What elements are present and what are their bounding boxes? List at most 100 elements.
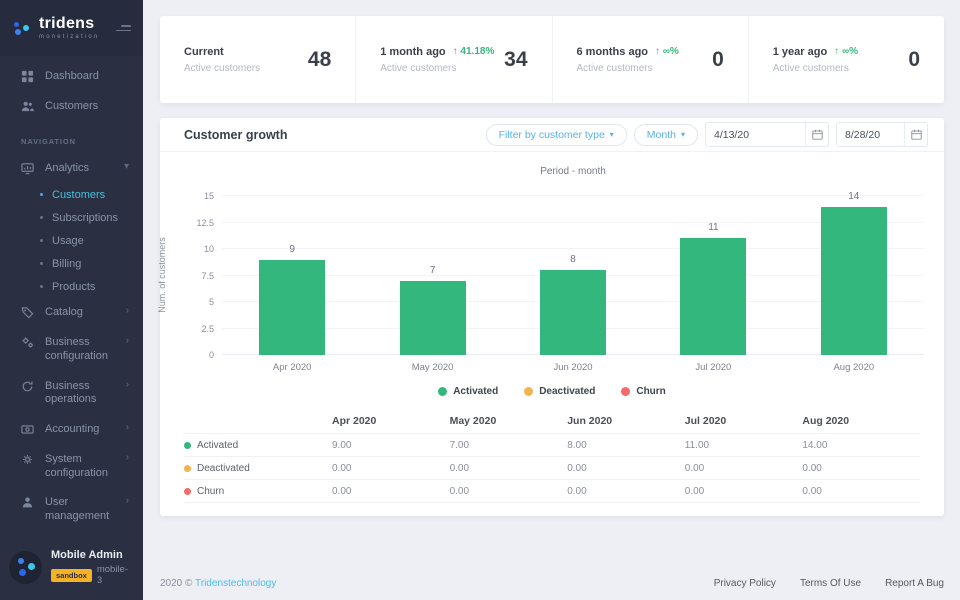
sidebar-subitem-label: Billing <box>52 258 81 270</box>
chevron-right-icon: › <box>126 380 129 390</box>
bullet-icon <box>40 216 43 219</box>
stat-title: 1 year ago <box>773 46 827 58</box>
table-cell: 14.00 <box>802 440 920 451</box>
stat-subtitle: Active customers <box>380 63 494 74</box>
date-to-input[interactable] <box>837 129 904 141</box>
sidebar-subitem-customers[interactable]: Customers <box>0 183 143 206</box>
page-footer: 2020 © Tridenstechnology Privacy Policy … <box>160 566 944 600</box>
date-to-field <box>836 122 928 147</box>
environment-name: mobile-3 <box>97 564 133 586</box>
table-cell: 0.00 <box>567 486 685 497</box>
table-cell: 9.00 <box>332 440 450 451</box>
table-column-aug-2020: Aug 2020 <box>802 415 920 427</box>
chevron-down-icon: ▾ <box>124 162 129 172</box>
bar-value-label: 9 <box>262 244 322 255</box>
report-a-bug-link[interactable]: Report A Bug <box>885 578 944 589</box>
x-tick-label: Apr 2020 <box>247 362 337 373</box>
y-tick-label: 12.5 <box>180 218 214 228</box>
sidebar-item-label: Business configuration <box>45 336 115 364</box>
table-series-name: Churn <box>184 486 332 497</box>
sidebar: tridens monetization Dashboard Customers… <box>0 0 143 600</box>
bar-jun-2020 <box>540 270 606 355</box>
filter-customer-type-dropdown[interactable]: Filter by customer type ▾ <box>486 124 627 146</box>
sidebar-subitem-label: Subscriptions <box>52 212 118 224</box>
stat-subtitle: Active customers <box>773 63 858 74</box>
period-label: Month <box>647 129 676 141</box>
user-info: Mobile Admin sandbox mobile-3 <box>51 549 133 586</box>
y-tick-label: 10 <box>180 244 214 254</box>
company-link[interactable]: Tridenstechnology <box>195 578 276 589</box>
sidebar-item-label: Accounting <box>45 423 99 437</box>
privacy-policy-link[interactable]: Privacy Policy <box>714 578 776 589</box>
copyright-year: 2020 © <box>160 578 192 589</box>
x-tick-label: Jun 2020 <box>528 362 618 373</box>
table-row-deactivated: Deactivated0.000.000.000.000.00 <box>184 457 920 480</box>
sidebar-item-catalog[interactable]: Catalog › <box>0 298 143 328</box>
sidebar-item-accounting[interactable]: Accounting › <box>0 415 143 445</box>
legend-label: Activated <box>453 386 498 397</box>
bullet-icon <box>40 239 43 242</box>
date-from-input[interactable] <box>706 129 805 141</box>
table-cell: 11.00 <box>685 440 803 451</box>
sidebar-subitem-usage[interactable]: Usage <box>0 229 143 252</box>
table-column-apr-2020: Apr 2020 <box>332 415 450 427</box>
main-content: Current Active customers 48 1 month ago … <box>143 0 960 600</box>
sidebar-nav: Dashboard Customers NAVIGATION Analytics… <box>0 56 143 537</box>
table-series-name: Deactivated <box>184 463 332 474</box>
terms-of-use-link[interactable]: Terms Of Use <box>800 578 861 589</box>
bar-aug-2020 <box>821 207 887 355</box>
sidebar-subitem-subscriptions[interactable]: Subscriptions <box>0 206 143 229</box>
table-cell: 0.00 <box>567 463 685 474</box>
gear-icon <box>21 453 34 466</box>
table-row-activated: Activated9.007.008.0011.0014.00 <box>184 434 920 457</box>
y-tick-label: 5 <box>180 297 214 307</box>
sidebar-user[interactable]: Mobile Admin sandbox mobile-3 <box>0 537 143 600</box>
customer-growth-card: Customer growth Filter by customer type … <box>160 118 944 516</box>
legend-label: Churn <box>636 386 665 397</box>
sidebar-item-user-management[interactable]: User management › <box>0 488 143 532</box>
sidebar-item-dashboard[interactable]: Dashboard <box>0 62 143 92</box>
tridens-logo-icon <box>14 20 31 37</box>
chart-filters: Filter by customer type ▾ Month ▾ <box>486 122 928 147</box>
sidebar-item-analytics[interactable]: Analytics ▾ <box>0 154 143 184</box>
calendar-icon[interactable] <box>805 123 828 146</box>
sidebar-item-business-configuration[interactable]: Business configuration › <box>0 328 143 372</box>
stat-6-months-ago: 6 months ago ↑ ∞% Active customers 0 <box>553 16 749 103</box>
table-column-may-2020: May 2020 <box>450 415 568 427</box>
bar-may-2020 <box>400 281 466 355</box>
x-tick-label: Aug 2020 <box>809 362 899 373</box>
sidebar-subitem-products[interactable]: Products <box>0 275 143 298</box>
menu-toggle-icon[interactable] <box>116 21 131 35</box>
sandbox-badge: sandbox <box>51 569 92 582</box>
sidebar-item-label: Dashboard <box>45 70 99 84</box>
footer-links: Privacy Policy Terms Of Use Report A Bug <box>714 578 944 589</box>
legend-item-deactivated[interactable]: Deactivated <box>524 386 595 397</box>
sidebar-item-system-configuration[interactable]: System configuration › <box>0 445 143 489</box>
y-axis-label: Num. of customers <box>157 225 167 325</box>
sidebar-item-business-operations[interactable]: Business operations › <box>0 372 143 416</box>
table-column-jul-2020: Jul 2020 <box>685 415 803 427</box>
legend-item-churn[interactable]: Churn <box>621 386 665 397</box>
date-from-field <box>705 122 829 147</box>
avatar <box>9 551 42 584</box>
bar-apr-2020 <box>259 260 325 355</box>
sidebar-item-label: User management <box>45 496 115 524</box>
chevron-down-icon: ▾ <box>610 130 614 139</box>
sidebar-item-customers[interactable]: Customers <box>0 92 143 122</box>
stat-subtitle: Active customers <box>184 63 260 74</box>
table-row-churn: Churn0.000.000.000.000.00 <box>184 480 920 503</box>
legend-dot-icon <box>524 387 533 396</box>
operations-icon <box>21 380 34 393</box>
period-dropdown[interactable]: Month ▾ <box>634 124 698 146</box>
stat-1-year-ago: 1 year ago ↑ ∞% Active customers 0 <box>749 16 944 103</box>
table-series-name: Activated <box>184 440 332 451</box>
bullet-icon <box>40 262 43 265</box>
stat-1-month-ago: 1 month ago ↑ 41.18% Active customers 34 <box>356 16 552 103</box>
sidebar-subitem-billing[interactable]: Billing <box>0 252 143 275</box>
growth-table: Apr 2020May 2020Jun 2020Jul 2020Aug 2020… <box>184 409 920 503</box>
calendar-icon[interactable] <box>904 123 927 146</box>
sidebar-item-label: Analytics <box>45 162 89 176</box>
legend-item-activated[interactable]: Activated <box>438 386 498 397</box>
logo[interactable]: tridens monetization <box>0 0 143 56</box>
customers-icon <box>21 100 34 113</box>
